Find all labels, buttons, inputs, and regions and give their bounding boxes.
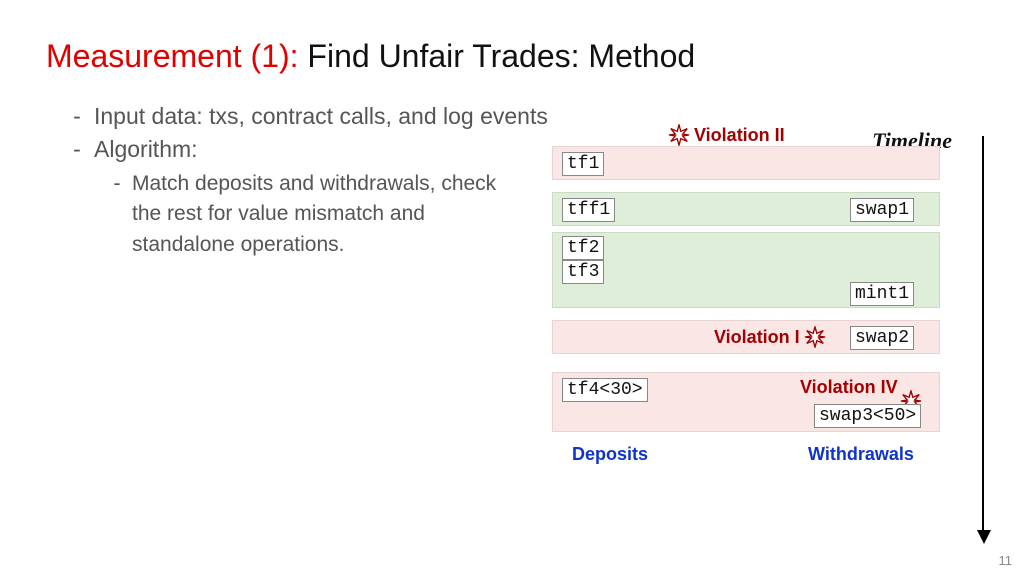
code-box-swap3: swap3<50>: [814, 404, 921, 428]
violation-text: Violation IV: [800, 377, 898, 398]
bullet-text: Match deposits and withdrawals, check th…: [132, 169, 512, 260]
bullet-dash: -: [102, 169, 132, 260]
violation-ii-label: Violation II: [668, 124, 785, 146]
list-item: - Input data: txs, contract calls, and l…: [60, 100, 548, 133]
code-box-mint1: mint1: [850, 282, 914, 306]
slide-title: Measurement (1): Find Unfair Trades: Met…: [46, 38, 695, 75]
timeline-arrow-line: [982, 136, 984, 536]
title-prefix: Measurement (1):: [46, 38, 307, 74]
code-box-tf4: tf4<30>: [562, 378, 648, 402]
starburst-icon: [804, 326, 826, 348]
timeline-arrow-head-icon: [977, 530, 991, 544]
code-box-swap2: swap2: [850, 326, 914, 350]
page-number: 11: [999, 553, 1013, 568]
bullet-text: Input data: txs, contract calls, and log…: [94, 100, 548, 133]
bullet-dash: -: [60, 133, 94, 166]
bullet-text: Algorithm:: [94, 133, 198, 166]
code-box-tf2: tf2: [562, 236, 604, 260]
sub-list: - Match deposits and withdrawals, check …: [102, 169, 548, 260]
bullet-dash: -: [60, 100, 94, 133]
deposits-label: Deposits: [572, 444, 648, 465]
violation-text: Violation I: [714, 327, 800, 348]
title-rest: Find Unfair Trades: Method: [307, 38, 695, 74]
timeline-diagram: Timeline Violation II tf1 tff1 swap1 tf2…: [552, 128, 992, 544]
violation-iv-label: Violation IV: [800, 376, 924, 398]
code-box-swap1: swap1: [850, 198, 914, 222]
code-box-tf3: tf3: [562, 260, 604, 284]
list-item: - Algorithm:: [60, 133, 548, 166]
band-violation-row: [552, 146, 940, 180]
violation-text: Violation II: [694, 125, 785, 146]
list-item: - Match deposits and withdrawals, check …: [102, 169, 548, 260]
code-box-tf1: tf1: [562, 152, 604, 176]
starburst-icon: [668, 124, 690, 146]
code-box-tff1: tff1: [562, 198, 615, 222]
withdrawals-label: Withdrawals: [808, 444, 914, 465]
bullet-list: - Input data: txs, contract calls, and l…: [60, 100, 548, 260]
violation-i-label: Violation I: [714, 326, 826, 348]
